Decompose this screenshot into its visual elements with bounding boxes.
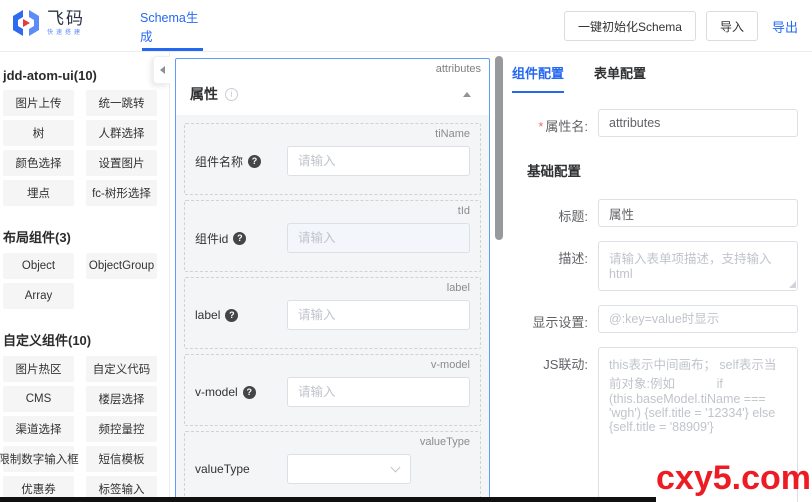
sidebar-collapse-button[interactable] <box>153 56 170 84</box>
component-item[interactable]: 图片热区 <box>3 356 74 382</box>
app-logo[interactable]: 飞码 快速搭建 <box>12 10 85 36</box>
config-panel: 组件配置 表单配置 *属性名: 基础配置 标题: 描述: 显示设置: JS联动: <box>508 52 812 502</box>
collapse-block-icon[interactable] <box>463 92 471 97</box>
canvas-field-tiName[interactable]: tiName 组件名称 ? <box>184 123 481 195</box>
field-key-label: tiName <box>195 128 470 143</box>
canvas-field-v-model[interactable]: v-model v-model ? <box>184 354 481 426</box>
help-icon[interactable]: ? <box>225 309 238 322</box>
logo-subtitle: 快速搭建 <box>47 30 85 36</box>
collapse-left-icon <box>160 66 165 74</box>
component-item[interactable]: 频控量控 <box>86 416 157 442</box>
component-item[interactable]: 设置图片 <box>86 150 157 176</box>
resize-handle-icon[interactable] <box>789 281 796 288</box>
selected-schema-block[interactable]: attributes 属性 i tiName 组件名称 ? tId <box>175 58 490 502</box>
component-item[interactable]: fc-树形选择 <box>86 180 157 206</box>
component-item[interactable]: 颜色选择 <box>3 150 74 176</box>
block-header: attributes 属性 i <box>176 59 489 115</box>
label-input[interactable] <box>287 300 470 330</box>
watermark-text: cxy5.com <box>656 459 811 498</box>
tab-component-config[interactable]: 组件配置 <box>512 63 564 93</box>
title-input[interactable] <box>598 199 798 227</box>
title-label: 标题: <box>510 199 598 227</box>
field-key-label: valueType <box>195 436 470 451</box>
required-mark: * <box>538 119 543 134</box>
component-grid-layout: Object ObjectGroup Array <box>3 253 169 309</box>
component-grid-atom: 图片上传 统一跳转 树 人群选择 颜色选择 设置图片 埋点 fc-树形选择 <box>3 90 169 206</box>
bottom-bar <box>0 497 656 502</box>
config-form: *属性名: 基础配置 标题: 描述: 显示设置: JS联动: <box>510 109 812 502</box>
block-body: tiName 组件名称 ? tId 组件id ? <box>176 115 489 502</box>
component-item[interactable]: 渠道选择 <box>3 416 74 442</box>
desc-label: 描述: <box>510 241 598 291</box>
component-item[interactable]: Object <box>3 253 74 279</box>
component-item[interactable]: 树 <box>3 120 74 146</box>
config-tabs: 组件配置 表单配置 <box>510 63 812 93</box>
component-item[interactable]: 人群选择 <box>86 120 157 146</box>
schema-canvas: attributes 属性 i tiName 组件名称 ? tId <box>170 52 508 502</box>
header-actions: 一键初始化Schema 导入 导出 <box>564 0 802 52</box>
app-header: 飞码 快速搭建 Schema生成 一键初始化Schema 导入 导出 <box>0 0 812 52</box>
component-item[interactable]: 楼层选择 <box>86 386 157 412</box>
nav-tab-label: Schema生成 <box>140 7 206 45</box>
field-key-label: v-model <box>195 359 470 374</box>
info-icon[interactable]: i <box>225 88 238 101</box>
display-setting-label: 显示设置: <box>510 305 598 333</box>
logo-title: 飞码 <box>47 10 85 27</box>
field-label: 组件名称 ? <box>195 153 287 170</box>
component-item[interactable]: 统一跳转 <box>86 90 157 116</box>
logo-icon <box>12 10 40 36</box>
prop-name-label: *属性名: <box>510 109 598 137</box>
js-linkage-label: JS联动: <box>510 347 598 502</box>
help-icon[interactable]: ? <box>243 386 256 399</box>
vertical-scrollbar[interactable] <box>495 54 504 500</box>
field-label: v-model ? <box>195 385 287 399</box>
prop-name-input[interactable] <box>598 109 798 137</box>
nav-tab-schema[interactable]: Schema生成 <box>140 0 206 52</box>
canvas-field-valueType[interactable]: valueType valueType <box>184 431 481 502</box>
display-setting-input[interactable] <box>598 305 798 333</box>
valueType-select[interactable] <box>287 454 411 484</box>
canvas-field-label[interactable]: label label ? <box>184 277 481 349</box>
import-button[interactable]: 导入 <box>706 11 758 41</box>
block-key-label: attributes <box>190 63 481 77</box>
help-icon[interactable]: ? <box>248 155 261 168</box>
scrollbar-thumb[interactable] <box>495 56 503 240</box>
sidebar-group-title-layout: 布局组件(3) <box>3 227 169 246</box>
tId-input <box>287 223 470 253</box>
sidebar-group-title-custom: 自定义组件(10) <box>3 330 169 349</box>
component-grid-custom: 图片热区 自定义代码 CMS 楼层选择 渠道选择 频控量控 限制数字输入框 短信… <box>3 356 169 502</box>
field-label: 组件id ? <box>195 230 287 247</box>
component-item[interactable]: 图片上传 <box>3 90 74 116</box>
export-link[interactable]: 导出 <box>768 17 802 36</box>
field-label: label ? <box>195 308 287 322</box>
canvas-field-tId[interactable]: tId 组件id ? <box>184 200 481 272</box>
tiName-input[interactable] <box>287 146 470 176</box>
basic-config-section-title: 基础配置 <box>527 160 812 180</box>
desc-textarea[interactable] <box>598 241 798 291</box>
field-label: valueType <box>195 462 287 476</box>
component-item[interactable]: 自定义代码 <box>86 356 157 382</box>
field-key-label: tId <box>195 205 470 220</box>
chevron-down-icon <box>391 463 401 473</box>
component-sidebar: jdd-atom-ui(10) 图片上传 统一跳转 树 人群选择 颜色选择 设置… <box>0 52 170 502</box>
v-model-input[interactable] <box>287 377 470 407</box>
block-title: 属性 <box>190 84 218 104</box>
init-schema-button[interactable]: 一键初始化Schema <box>564 11 696 41</box>
help-icon[interactable]: ? <box>233 232 246 245</box>
component-item[interactable]: 短信模板 <box>86 446 157 472</box>
component-item[interactable]: CMS <box>3 386 74 412</box>
component-item[interactable]: 埋点 <box>3 180 74 206</box>
component-item[interactable]: Array <box>3 283 74 309</box>
nav-tab-active-underline <box>142 48 203 51</box>
tab-form-config[interactable]: 表单配置 <box>594 63 646 93</box>
field-key-label: label <box>195 282 470 297</box>
component-item[interactable]: 限制数字输入框 <box>3 446 74 472</box>
sidebar-group-title-atom: jdd-atom-ui(10) <box>3 68 169 83</box>
component-item[interactable]: ObjectGroup <box>86 253 157 279</box>
